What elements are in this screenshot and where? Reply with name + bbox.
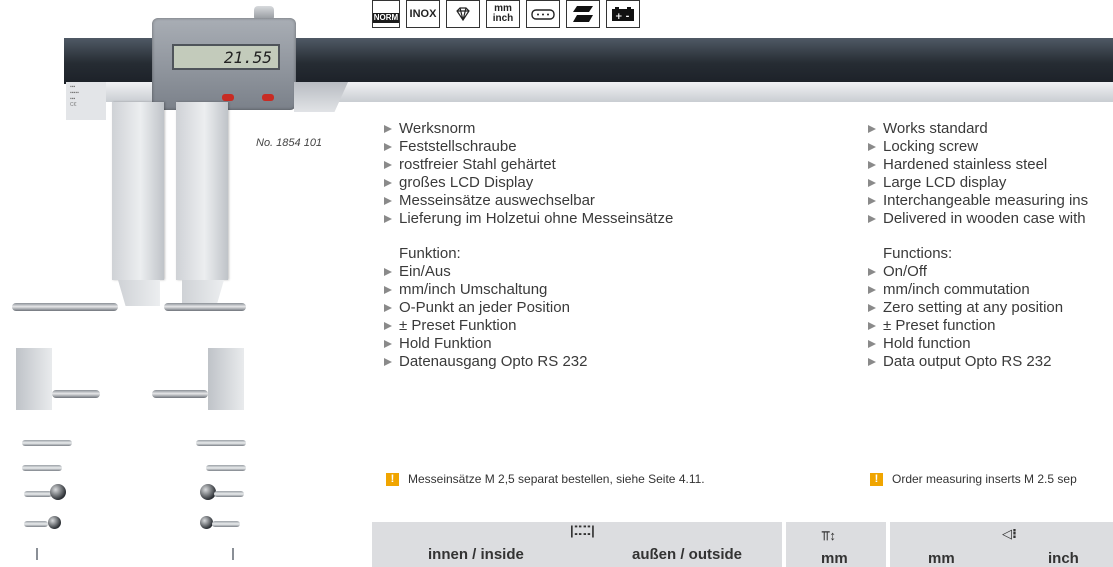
insert-ball-shaft-1-left	[24, 491, 52, 497]
inox-icon: INOX	[406, 0, 440, 28]
mm-inch-icon: mm inch	[486, 0, 520, 28]
insert-block-left	[16, 348, 52, 410]
inside-label: innen / inside	[428, 546, 524, 563]
warning-icon: !	[870, 472, 883, 486]
resolution-unit-inch: inch	[1048, 550, 1079, 567]
insert-tip-2-right	[206, 465, 246, 471]
list-item: On/Off	[868, 263, 1088, 281]
german-description: Werksnorm Feststellschraube rostfreier S…	[384, 120, 673, 371]
list-item: Werksnorm	[384, 120, 673, 138]
list-item: großes LCD Display	[384, 174, 673, 192]
english-note: ! Order measuring inserts M 2.5 sep	[870, 472, 1077, 486]
english-functions-title: Functions:	[883, 245, 953, 262]
insert-pin-right	[152, 390, 208, 398]
list-item: ± Preset function	[868, 317, 1088, 335]
list-item: mm/inch Umschaltung	[384, 281, 673, 299]
moving-jaw-arm	[176, 102, 228, 280]
insert-tip-1-left	[22, 440, 72, 446]
list-item: Delivered in wooden case with	[868, 210, 1088, 228]
slider-jaw	[294, 82, 348, 112]
caliper-button-left	[222, 94, 234, 101]
warning-icon: !	[386, 472, 399, 486]
list-item: O-Punkt an jeder Position	[384, 299, 673, 317]
resolution-icon: ◁⁝	[1002, 526, 1017, 541]
fixed-jaw-foot	[118, 280, 160, 306]
table-header-measuring-range: |ⵆⵆ| innen / inside außen / outside	[372, 522, 782, 567]
table-header-depth: ⫪↕ mm	[786, 522, 886, 567]
list-item: Ein/Aus	[384, 263, 673, 281]
list-item: Lieferung im Holzetui ohne Messeinsätze	[384, 210, 673, 228]
insert-needle-left	[36, 548, 38, 560]
insert-needle-right	[232, 548, 234, 560]
lcd-display: 21.55	[172, 44, 280, 70]
list-item: Works standard	[868, 120, 1088, 138]
insert-pin-left	[52, 390, 100, 398]
fixed-jaw-engraving: ▪▪▪ ▪▪▪▪▪ ▪▪▪ C€	[70, 84, 79, 108]
insert-block-right	[208, 348, 244, 410]
model-number: No. 1854 101	[256, 137, 323, 149]
list-item: rostfreier Stahl gehärtet	[384, 156, 673, 174]
list-item: Messeinsätze auswechselbar	[384, 192, 673, 210]
measuring-range-icon: |ⵆⵆ|	[570, 523, 595, 538]
left-measuring-pin	[12, 303, 118, 311]
insert-tip-2-left	[22, 465, 62, 471]
data-output-icon	[526, 0, 560, 28]
list-item: Locking screw	[868, 138, 1088, 156]
list-item: Large LCD display	[868, 174, 1088, 192]
display-icon	[566, 0, 600, 28]
diamond-icon	[446, 0, 480, 28]
right-measuring-pin	[164, 303, 246, 311]
german-function-list: Ein/Aus mm/inch Umschaltung O-Punkt an j…	[384, 263, 673, 371]
german-functions-title: Funktion:	[399, 245, 461, 262]
fixed-jaw-arm	[112, 102, 164, 280]
german-note-text: Messeinsätze M 2,5 separat bestellen, si…	[408, 472, 705, 486]
list-item: Hold Funktion	[384, 335, 673, 353]
list-item: Zero setting at any position	[868, 299, 1088, 317]
caliper-button-right	[262, 94, 274, 101]
outside-label: außen / outside	[632, 546, 743, 563]
list-item: ± Preset Funktion	[384, 317, 673, 335]
list-item: Data output Opto RS 232	[868, 353, 1088, 371]
german-feature-list: Werksnorm Feststellschraube rostfreier S…	[384, 120, 673, 228]
list-item: Feststellschraube	[384, 138, 673, 156]
feature-icons: NORM INOX mm inch + -	[372, 0, 640, 28]
norm-icon: NORM	[372, 0, 400, 28]
insert-ball-1-left	[50, 484, 66, 500]
english-description: Works standard Locking screw Hardened st…	[868, 120, 1088, 371]
list-item: Hardened stainless steel	[868, 156, 1088, 174]
resolution-unit-mm: mm	[928, 550, 955, 567]
depth-icon: ⫪↕	[822, 528, 836, 543]
insert-ball-shaft-2-left	[24, 521, 48, 527]
insert-tip-1-right	[196, 440, 246, 446]
english-feature-list: Works standard Locking screw Hardened st…	[868, 120, 1088, 228]
insert-ball-shaft-2-right	[212, 521, 240, 527]
battery-icon: + -	[606, 0, 640, 28]
table-header-resolution: ◁⁝ mm inch	[890, 522, 1113, 567]
english-note-text: Order measuring inserts M 2.5 sep	[892, 472, 1077, 486]
german-note: ! Messeinsätze M 2,5 separat bestellen, …	[386, 472, 705, 486]
insert-ball-2-left	[48, 516, 61, 529]
list-item: Hold function	[868, 335, 1088, 353]
insert-ball-shaft-1-right	[214, 491, 244, 497]
list-item: Interchangeable measuring ins	[868, 192, 1088, 210]
depth-unit: mm	[821, 550, 848, 567]
list-item: Datenausgang Opto RS 232	[384, 353, 673, 371]
english-function-list: On/Off mm/inch commutation Zero setting …	[868, 263, 1088, 371]
list-item: mm/inch commutation	[868, 281, 1088, 299]
svg-text:+ -: + -	[615, 12, 630, 22]
